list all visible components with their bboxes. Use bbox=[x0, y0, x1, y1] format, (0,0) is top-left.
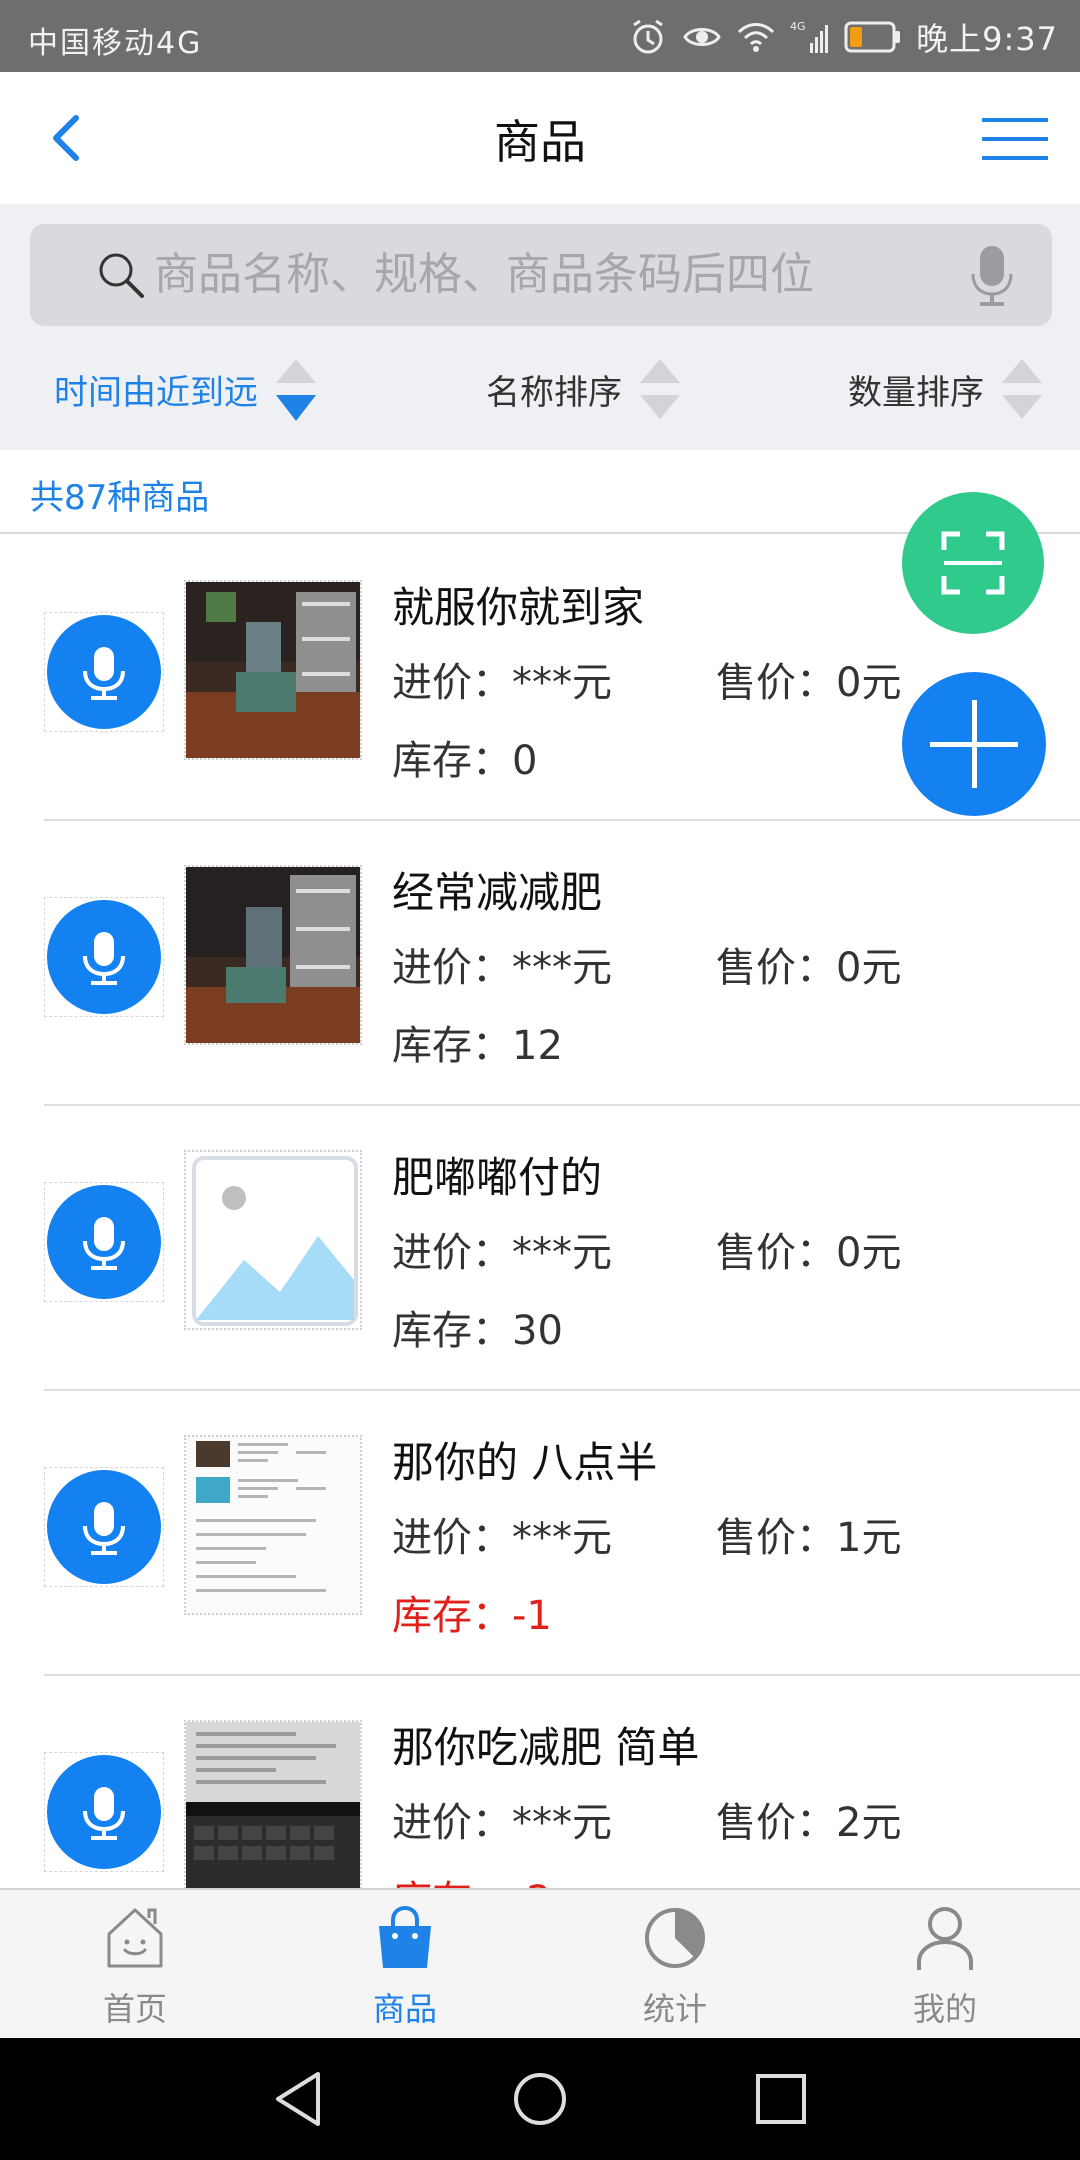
voice-button[interactable] bbox=[47, 1185, 161, 1299]
app-header: 商品 bbox=[0, 72, 1080, 204]
sort-by-name-label: 名称排序 bbox=[486, 372, 622, 413]
product-count: 共87种商品 bbox=[30, 478, 210, 518]
sort-row: 时间由近到远 名称排序 数量排序 bbox=[0, 334, 1080, 444]
system-back-icon[interactable] bbox=[266, 2066, 332, 2132]
image-placeholder-icon bbox=[186, 1152, 360, 1328]
receipt-document-image bbox=[186, 1437, 360, 1613]
sort-by-quantity-label: 数量排序 bbox=[848, 372, 984, 413]
sort-arrows-icon bbox=[1002, 359, 1042, 419]
voice-button[interactable] bbox=[47, 615, 161, 729]
product-stock: 库存：30 bbox=[392, 1308, 563, 1354]
wifi-icon bbox=[738, 23, 775, 52]
room-photo-image bbox=[186, 867, 360, 1043]
microphone-icon bbox=[83, 1787, 125, 1840]
product-cost-price: 进价：***元 bbox=[392, 1800, 612, 1846]
voice-button-frame bbox=[44, 1752, 164, 1872]
nav-item-profile[interactable]: 我的 bbox=[810, 1890, 1080, 2040]
add-product-button[interactable] bbox=[902, 672, 1046, 816]
product-row[interactable]: 肥嘟嘟付的 进价：***元 售价：0元 库存：30 bbox=[0, 1106, 1080, 1391]
product-thumbnail[interactable] bbox=[184, 1150, 362, 1330]
product-cost-price: 进价：***元 bbox=[392, 945, 612, 991]
home-icon bbox=[107, 1908, 163, 1968]
microphone-icon bbox=[83, 647, 125, 700]
search-box[interactable] bbox=[30, 224, 1052, 326]
alarm-icon bbox=[633, 19, 663, 54]
product-row[interactable]: 经常减减肥 进价：***元 售价：0元 库存：12 bbox=[0, 821, 1080, 1106]
sort-arrows-icon bbox=[276, 359, 316, 421]
voice-button-frame bbox=[44, 1467, 164, 1587]
nav-label-statistics: 统计 bbox=[642, 1990, 707, 2028]
product-sale-price: 售价：2元 bbox=[716, 1800, 902, 1846]
nav-item-statistics[interactable]: 统计 bbox=[540, 1890, 810, 2040]
product-cost-price: 进价：***元 bbox=[392, 660, 612, 706]
sort-by-time[interactable]: 时间由近到远 bbox=[54, 334, 320, 444]
room-photo-image bbox=[186, 582, 360, 758]
system-navigation-bar bbox=[0, 2038, 1080, 2160]
product-sale-price: 售价：0元 bbox=[716, 1230, 902, 1276]
product-name: 经常减减肥 bbox=[392, 868, 603, 917]
product-sale-price: 售价：0元 bbox=[716, 945, 902, 991]
laptop-photo-image bbox=[186, 1722, 360, 1888]
clock: 晚上9:37 bbox=[916, 20, 1058, 58]
product-sale-price: 售价：1元 bbox=[716, 1515, 902, 1561]
product-thumbnail[interactable] bbox=[184, 580, 362, 760]
voice-button[interactable] bbox=[47, 900, 161, 1014]
product-cost-price: 进价：***元 bbox=[392, 1515, 612, 1561]
menu-icon[interactable] bbox=[982, 112, 1048, 166]
pie-chart-icon bbox=[645, 1908, 705, 1968]
search-input[interactable] bbox=[154, 242, 974, 306]
product-thumbnail[interactable] bbox=[184, 865, 362, 1045]
microphone-icon[interactable] bbox=[970, 244, 1014, 308]
voice-button[interactable] bbox=[47, 1470, 161, 1584]
product-row[interactable]: 那你的 八点半 进价：***元 售价：1元 库存：-1 bbox=[0, 1391, 1080, 1676]
system-recents-icon[interactable] bbox=[748, 2066, 814, 2132]
search-icon bbox=[99, 253, 144, 298]
battery-icon bbox=[844, 21, 901, 53]
voice-button-frame bbox=[44, 1182, 164, 1302]
product-cost-price: 进价：***元 bbox=[392, 1230, 612, 1276]
status-bar: 中国移动4G 4G 晚上9:37 bbox=[0, 0, 1080, 72]
nav-item-products[interactable]: 商品 bbox=[270, 1890, 540, 2040]
product-stock: 库存：0 bbox=[392, 738, 538, 784]
sort-by-quantity[interactable]: 数量排序 bbox=[848, 334, 1046, 444]
filter-area: 时间由近到远 名称排序 数量排序 bbox=[0, 204, 1080, 450]
scan-button[interactable] bbox=[902, 492, 1044, 634]
voice-button-frame bbox=[44, 612, 164, 732]
microphone-icon bbox=[83, 1502, 125, 1555]
product-name: 那你吃减肥 简单 bbox=[392, 1723, 700, 1772]
shopping-bag-icon bbox=[379, 1905, 431, 1968]
product-row[interactable]: 那你吃减肥 简单 进价：***元 售价：2元 库存：-2 bbox=[0, 1676, 1080, 1888]
product-stock: 库存：-2 bbox=[392, 1868, 552, 1888]
product-thumbnail[interactable] bbox=[184, 1720, 362, 1888]
sort-arrows-icon bbox=[640, 359, 680, 419]
plus-icon bbox=[930, 700, 1018, 788]
voice-button[interactable] bbox=[47, 1755, 161, 1869]
nav-label-home: 首页 bbox=[102, 1990, 167, 2028]
nav-label-profile: 我的 bbox=[912, 1990, 977, 2028]
sort-by-time-label: 时间由近到远 bbox=[54, 372, 258, 413]
product-sale-price: 售价：0元 bbox=[716, 660, 902, 706]
system-home-icon[interactable] bbox=[507, 2066, 573, 2132]
user-icon bbox=[917, 1907, 973, 1970]
voice-button-frame bbox=[44, 897, 164, 1017]
product-name: 那你的 八点半 bbox=[392, 1438, 658, 1487]
product-thumbnail[interactable] bbox=[184, 1435, 362, 1615]
carrier-label: 中国移动4G bbox=[28, 26, 203, 61]
bottom-nav: 首页 商品 统计 我的 bbox=[0, 1888, 1080, 2038]
product-stock: 库存：12 bbox=[392, 1023, 563, 1069]
status-icons: 4G 晚上9:37 bbox=[628, 14, 1058, 60]
nav-item-home[interactable]: 首页 bbox=[0, 1890, 270, 2040]
page-title: 商品 bbox=[494, 115, 586, 169]
product-name: 就服你就到家 bbox=[392, 583, 645, 632]
scan-icon bbox=[941, 531, 1005, 595]
microphone-icon bbox=[83, 1217, 125, 1270]
sort-by-name[interactable]: 名称排序 bbox=[486, 334, 684, 444]
product-name: 肥嘟嘟付的 bbox=[392, 1153, 603, 1202]
nav-label-products: 商品 bbox=[372, 1990, 437, 2028]
microphone-icon bbox=[83, 932, 125, 985]
eye-icon bbox=[683, 28, 721, 46]
product-stock: 库存：-1 bbox=[392, 1593, 552, 1639]
signal-icon: 4G bbox=[790, 20, 829, 53]
network-type-label: 4G bbox=[790, 20, 806, 33]
